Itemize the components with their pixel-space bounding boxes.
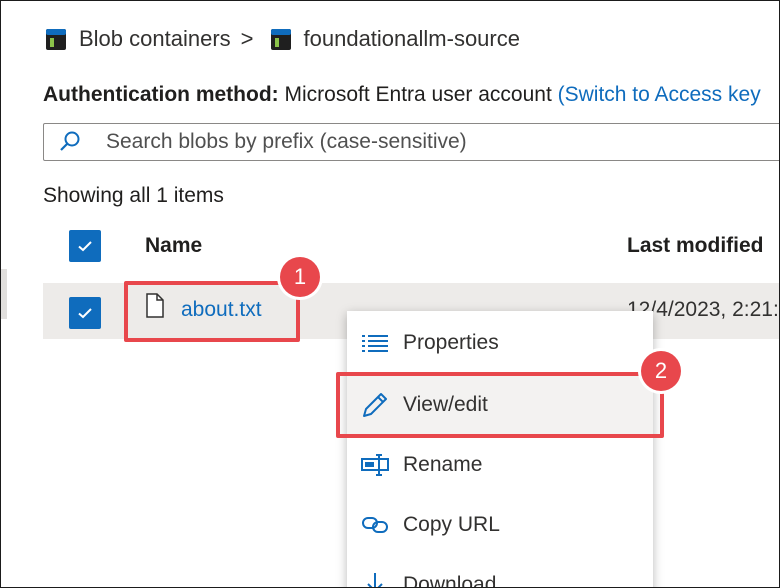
menu-item-label: Copy URL bbox=[403, 513, 500, 536]
switch-access-key-link[interactable]: (Switch to Access key bbox=[558, 83, 761, 106]
column-header-last-modified[interactable]: Last modified bbox=[627, 234, 764, 258]
column-header-name[interactable]: Name bbox=[145, 234, 202, 258]
callout-badge-1: 1 bbox=[280, 257, 320, 297]
search-input[interactable] bbox=[104, 129, 708, 155]
link-icon bbox=[362, 517, 388, 533]
search-box[interactable] bbox=[43, 123, 779, 161]
auth-method-line: Authentication method: Microsoft Entra u… bbox=[43, 83, 761, 107]
download-icon bbox=[367, 573, 383, 587]
callout-highlight-1 bbox=[124, 281, 300, 342]
context-menu: Properties View/edit Rename Copy URL Dow… bbox=[347, 311, 653, 588]
menu-item-label: Rename bbox=[403, 453, 483, 476]
callout-highlight-2 bbox=[336, 372, 664, 438]
checkmark-icon bbox=[78, 308, 92, 319]
breadcrumb: Blob containers > foundationallm-source bbox=[43, 23, 520, 55]
rename-icon bbox=[361, 454, 389, 476]
menu-item-properties[interactable]: Properties bbox=[347, 313, 653, 373]
menu-item-copy-url[interactable]: Copy URL bbox=[347, 495, 653, 555]
menu-item-label: Download bbox=[403, 573, 497, 588]
blob-containers-icon bbox=[43, 25, 69, 53]
menu-item-label: Properties bbox=[403, 331, 499, 354]
chevron-right-icon: > bbox=[240, 26, 254, 51]
breadcrumb-root-link[interactable]: Blob containers bbox=[79, 26, 231, 52]
menu-item-rename[interactable]: Rename bbox=[347, 435, 653, 495]
properties-list-icon bbox=[362, 335, 388, 352]
auth-method-label: Authentication method: bbox=[43, 83, 279, 106]
select-all-checkbox[interactable] bbox=[69, 230, 101, 262]
container-icon bbox=[268, 25, 294, 53]
callout-badge-2: 2 bbox=[641, 351, 681, 391]
checkmark-icon bbox=[78, 241, 92, 252]
window-frame: Blob containers > foundationallm-source … bbox=[0, 0, 780, 588]
breadcrumb-current: foundationallm-source bbox=[303, 26, 520, 51]
item-count: Showing all 1 items bbox=[43, 184, 224, 207]
menu-item-download[interactable]: Download bbox=[347, 555, 653, 588]
left-edge-marker bbox=[1, 269, 7, 319]
search-icon bbox=[60, 131, 80, 151]
auth-method-value: Microsoft Entra user account bbox=[284, 83, 552, 106]
row-checkbox[interactable] bbox=[69, 297, 101, 329]
table-header: Name Last modified bbox=[43, 223, 779, 269]
